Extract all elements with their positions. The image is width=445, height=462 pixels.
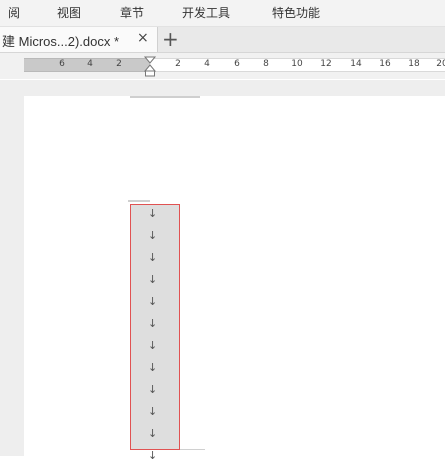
text-boundary-mark <box>128 200 150 202</box>
paragraph-mark-icon: ↓ <box>148 339 158 352</box>
page-edge-mark <box>180 449 205 450</box>
ruler-label: 8 <box>263 59 269 69</box>
ruler-label: 6 <box>234 59 240 69</box>
ruler-label: 2 <box>175 59 181 69</box>
paragraph-mark-icon: ↓ <box>148 383 158 396</box>
new-tab-icon[interactable]: + <box>162 27 179 51</box>
ruler-label: 2 <box>116 59 122 69</box>
document-workspace: ↓ ↓ ↓ ↓ ↓ ↓ ↓ ↓ ↓ ↓ ↓ ↓ <box>0 80 445 462</box>
ruler-label: 10 <box>291 59 303 69</box>
paragraph-mark-icon: ↓ <box>148 361 158 374</box>
paragraph-mark-icon: ↓ <box>148 317 158 330</box>
paragraph-mark-icon: ↓ <box>148 229 158 242</box>
document-tab-bar: 建 Micros...2).docx * × + <box>0 27 445 53</box>
ruler-label: 18 <box>408 59 420 69</box>
indent-marker-icon[interactable] <box>144 56 156 78</box>
close-icon[interactable]: × <box>137 30 149 46</box>
paragraph-mark-icon: ↓ <box>148 449 158 462</box>
menu-view[interactable]: 视图 <box>57 4 81 22</box>
menu-section[interactable]: 章节 <box>120 4 144 22</box>
menu-special-features[interactable]: 特色功能 <box>272 4 320 22</box>
paragraph-mark-icon: ↓ <box>148 273 158 286</box>
horizontal-ruler: 6 4 2 2 4 6 8 10 12 14 16 18 20 <box>0 53 445 79</box>
ruler-label: 4 <box>87 59 93 69</box>
paragraph-mark-icon: ↓ <box>148 207 158 220</box>
ruler-label: 14 <box>350 59 362 69</box>
menu-developer-tools[interactable]: 开发工具 <box>182 4 230 22</box>
document-page[interactable]: ↓ ↓ ↓ ↓ ↓ ↓ ↓ ↓ ↓ ↓ ↓ ↓ <box>24 96 445 462</box>
ruler-label: 6 <box>59 59 65 69</box>
text-boundary-mark <box>130 96 200 98</box>
paragraph-mark-icon: ↓ <box>148 405 158 418</box>
document-tab-title: 建 Micros...2).docx * <box>2 34 120 49</box>
document-tab[interactable]: 建 Micros...2).docx * × <box>0 27 158 52</box>
menu-review[interactable]: 阅 <box>8 4 20 22</box>
paragraph-mark-icon: ↓ <box>148 295 158 308</box>
paragraph-mark-icon: ↓ <box>148 251 158 264</box>
ruler-label: 4 <box>204 59 210 69</box>
paragraph-mark-icon: ↓ <box>148 427 158 440</box>
menu-bar: 阅 视图 章节 开发工具 特色功能 <box>0 0 445 27</box>
ruler-label: 12 <box>320 59 332 69</box>
ruler-label: 20 <box>436 59 445 69</box>
ruler-label: 16 <box>379 59 391 69</box>
